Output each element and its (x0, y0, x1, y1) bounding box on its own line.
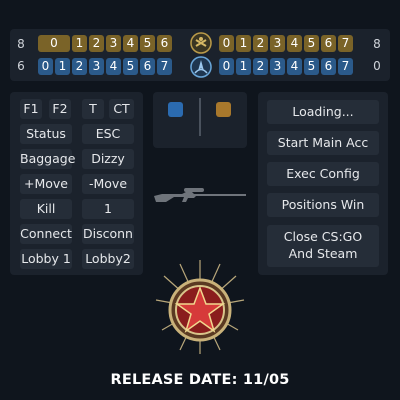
ct-right-round-1: 1 (236, 58, 251, 75)
t-side-emblem-icon (190, 32, 212, 54)
t-score-left: 8 (17, 37, 25, 51)
ct-left-round-3: 3 (89, 58, 104, 75)
lobby-1-button[interactable]: Lobby 1 (20, 249, 72, 269)
bind-esc-button[interactable]: ESC (82, 124, 134, 144)
bind-t-button[interactable]: T (82, 99, 104, 119)
ct-rounds-right: 01234567 (219, 58, 353, 75)
ct-left-round-2: 2 (72, 58, 87, 75)
close-csgo-steam-button[interactable]: Close CS:GO And Steam (267, 225, 379, 267)
t-right-round-3: 3 (270, 35, 285, 52)
close-button-line2: And Steam (288, 246, 358, 261)
binds-panel: F1 F2 T CT Status ESC Baggage Dizzy +Mov… (10, 92, 143, 275)
ct-side-emblem-icon (190, 56, 212, 78)
bind-f2-button[interactable]: F2 (49, 99, 71, 119)
red-star-medal-icon (150, 258, 250, 358)
close-button-line1: Close CS:GO (283, 229, 363, 244)
ct-right-round-0: 0 (219, 58, 234, 75)
t-left-round-1: 1 (72, 35, 87, 52)
ct-right-round-6: 6 (321, 58, 336, 75)
t-right-round-5: 5 (304, 35, 319, 52)
bind-kill-button[interactable]: Kill (20, 199, 72, 219)
ct-right-round-2: 2 (253, 58, 268, 75)
t-right-round-2: 2 (253, 35, 268, 52)
ct-left-round-0: 0 (38, 58, 53, 75)
bind-plus-move-button[interactable]: +Move (20, 174, 72, 194)
t-right-round-1: 1 (236, 35, 251, 52)
t-left-round-6: 6 (157, 35, 172, 52)
t-left-round-3: 3 (106, 35, 121, 52)
disconnect-button[interactable]: Disconn (82, 224, 134, 244)
ct-score-left: 6 (17, 59, 25, 73)
ct-left-round-5: 5 (123, 58, 138, 75)
t-score-right: 8 (373, 37, 381, 51)
ct-left-round-1: 1 (55, 58, 70, 75)
loading-button[interactable]: Loading... (267, 100, 379, 124)
start-main-acc-button[interactable]: Start Main Acc (267, 131, 379, 155)
bind-baggage-button[interactable]: Baggage (20, 149, 75, 169)
bind-f1-button[interactable]: F1 (20, 99, 42, 119)
ct-right-round-3: 3 (270, 58, 285, 75)
t-right-round-6: 6 (321, 35, 336, 52)
t-team-swatch[interactable] (216, 102, 231, 117)
scoreboard-bar: 8 6 0123456 01234567 01234567 01234567 8… (10, 29, 390, 81)
release-date-text: RELEASE DATE: 11/05 (110, 372, 290, 388)
t-left-round-4: 4 (123, 35, 138, 52)
ct-left-round-4: 4 (106, 58, 121, 75)
team-divider (199, 98, 201, 136)
t-right-round-0: 0 (219, 35, 234, 52)
connect-button[interactable]: Connect (20, 224, 72, 244)
ct-score-right: 0 (373, 59, 381, 73)
t-left-round-5: 5 (140, 35, 155, 52)
bind-ct-button[interactable]: CT (109, 99, 134, 119)
t-right-round-4: 4 (287, 35, 302, 52)
sniper-rifle-icon (152, 182, 248, 210)
ct-rounds-left: 01234567 (38, 58, 172, 75)
positions-win-button[interactable]: Positions Win (267, 193, 379, 217)
t-left-round-2: 2 (89, 35, 104, 52)
bind-dizzy-button[interactable]: Dizzy (82, 149, 134, 169)
t-rounds-right: 01234567 (219, 35, 353, 52)
actions-panel: Loading... Start Main Acc Exec Config Po… (258, 92, 388, 275)
team-select-panel (153, 92, 247, 148)
bind-1-button[interactable]: 1 (82, 199, 134, 219)
ct-right-round-4: 4 (287, 58, 302, 75)
ct-left-round-6: 6 (140, 58, 155, 75)
ct-team-swatch[interactable] (168, 102, 183, 117)
ct-left-round-7: 7 (157, 58, 172, 75)
bind-status-button[interactable]: Status (20, 124, 72, 144)
bind-minus-move-button[interactable]: -Move (82, 174, 134, 194)
ct-right-round-5: 5 (304, 58, 319, 75)
t-rounds-left: 0123456 (38, 35, 172, 52)
ct-right-round-7: 7 (338, 58, 353, 75)
t-right-round-7: 7 (338, 35, 353, 52)
exec-config-button[interactable]: Exec Config (267, 162, 379, 186)
t-left-round-0: 0 (38, 35, 70, 52)
lobby-2-button[interactable]: Lobby2 (82, 249, 134, 269)
